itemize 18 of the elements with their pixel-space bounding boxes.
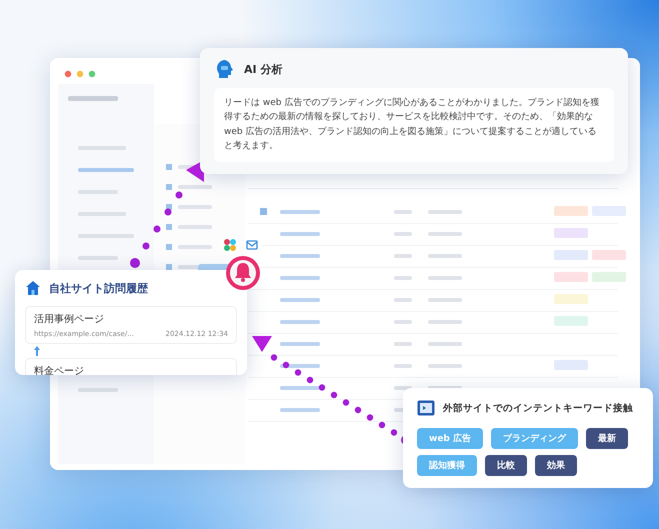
keyword-tag: 効果 (535, 455, 577, 476)
page-visit-item[interactable]: 料金ページ (25, 358, 237, 375)
up-arrow-icon (33, 346, 41, 356)
card-title: 外部サイトでのインテントキーワード接触 (443, 402, 633, 414)
keyword-tag: 最新 (586, 428, 628, 449)
keyword-tag: ブランディング (491, 428, 578, 449)
app-icon (221, 236, 239, 254)
keyword-tag: 認知獲得 (417, 455, 477, 476)
card-title: 自社サイト訪問履歴 (49, 280, 148, 296)
browser-icon (417, 400, 435, 416)
card-title: AI 分析 (244, 62, 282, 76)
head-icon (214, 58, 236, 80)
keyword-tag: web 広告 (417, 428, 483, 449)
analysis-text: リードは web 広告でのブランディングに関心があることがわかりました。ブランド認知を獲得するための最新の情報を探しており、サービスを比較検討中です。そのため、「効果的な web 広告の活用法や、ブランド認知の向上を図る施策」について提案することが適していると考えます。 (214, 88, 614, 162)
house-icon (25, 280, 41, 296)
keyword-tag: 比較 (485, 455, 527, 476)
page-title: 活用事例ページ (34, 312, 105, 326)
page-title: 料金ページ (34, 364, 85, 375)
